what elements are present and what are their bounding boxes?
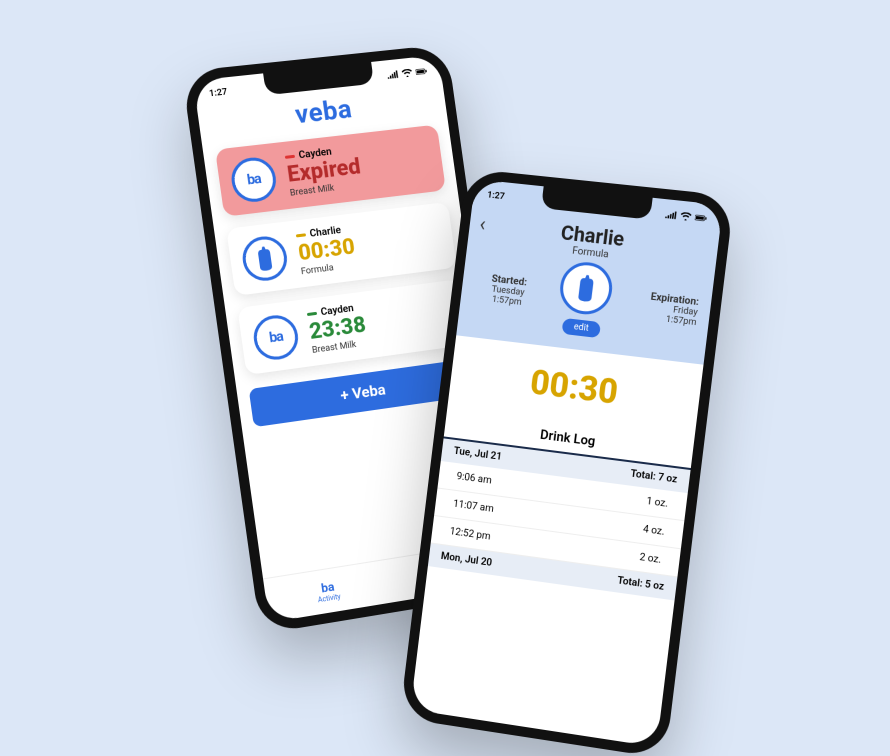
- tab-activity[interactable]: ba Activity: [263, 560, 392, 623]
- status-icons: [664, 210, 707, 222]
- battery-icon: [695, 213, 708, 222]
- bottle-icon: [240, 233, 290, 282]
- expiration-block: Expiration: Friday 1:57pm: [626, 289, 700, 328]
- signal-icon: [386, 70, 399, 79]
- status-time: 1:27: [209, 87, 228, 99]
- status-dot: [307, 312, 317, 316]
- timer-card-list: ba Cayden Expired Breast Milk: [203, 123, 479, 377]
- log-day-total: Total: 7 oz: [630, 469, 678, 486]
- wifi-icon: [679, 212, 692, 221]
- log-amount: 2 oz.: [639, 552, 662, 566]
- log-amount: 4 oz.: [642, 524, 665, 538]
- log-time: 12:52 pm: [449, 526, 491, 542]
- started-block: Started: Tuesday 1:57pm: [472, 271, 544, 309]
- log-day-label: Mon, Jul 20: [440, 551, 492, 569]
- ba-icon: ba: [251, 312, 301, 362]
- wifi-icon: [401, 69, 414, 78]
- log-day-total: Total: 5 oz: [617, 575, 665, 592]
- timer-card[interactable]: Charlie 00:30 Formula: [226, 202, 457, 296]
- log-time: 9:06 am: [456, 471, 492, 486]
- ba-icon: ba: [229, 155, 279, 204]
- timer-card[interactable]: ba Cayden Expired Breast Milk: [215, 125, 446, 217]
- status-dot: [285, 155, 295, 159]
- bottle-icon: [557, 260, 615, 317]
- signal-icon: [664, 210, 677, 219]
- tab-label: Activity: [317, 592, 341, 604]
- status-dot: [296, 233, 306, 237]
- edit-button[interactable]: edit: [561, 318, 602, 338]
- detail-title: Charlie: [560, 220, 626, 251]
- status-time: 1:27: [487, 190, 506, 202]
- back-button[interactable]: ‹: [478, 212, 487, 236]
- log-time: 11:07 am: [453, 499, 495, 515]
- status-icons: [386, 67, 428, 79]
- log-day-label: Tue, Jul 21: [453, 446, 502, 463]
- battery-icon: [415, 67, 428, 76]
- timer-card[interactable]: ba Cayden 23:38 Breast Milk: [237, 279, 467, 375]
- log-amount: 1 oz.: [646, 496, 669, 510]
